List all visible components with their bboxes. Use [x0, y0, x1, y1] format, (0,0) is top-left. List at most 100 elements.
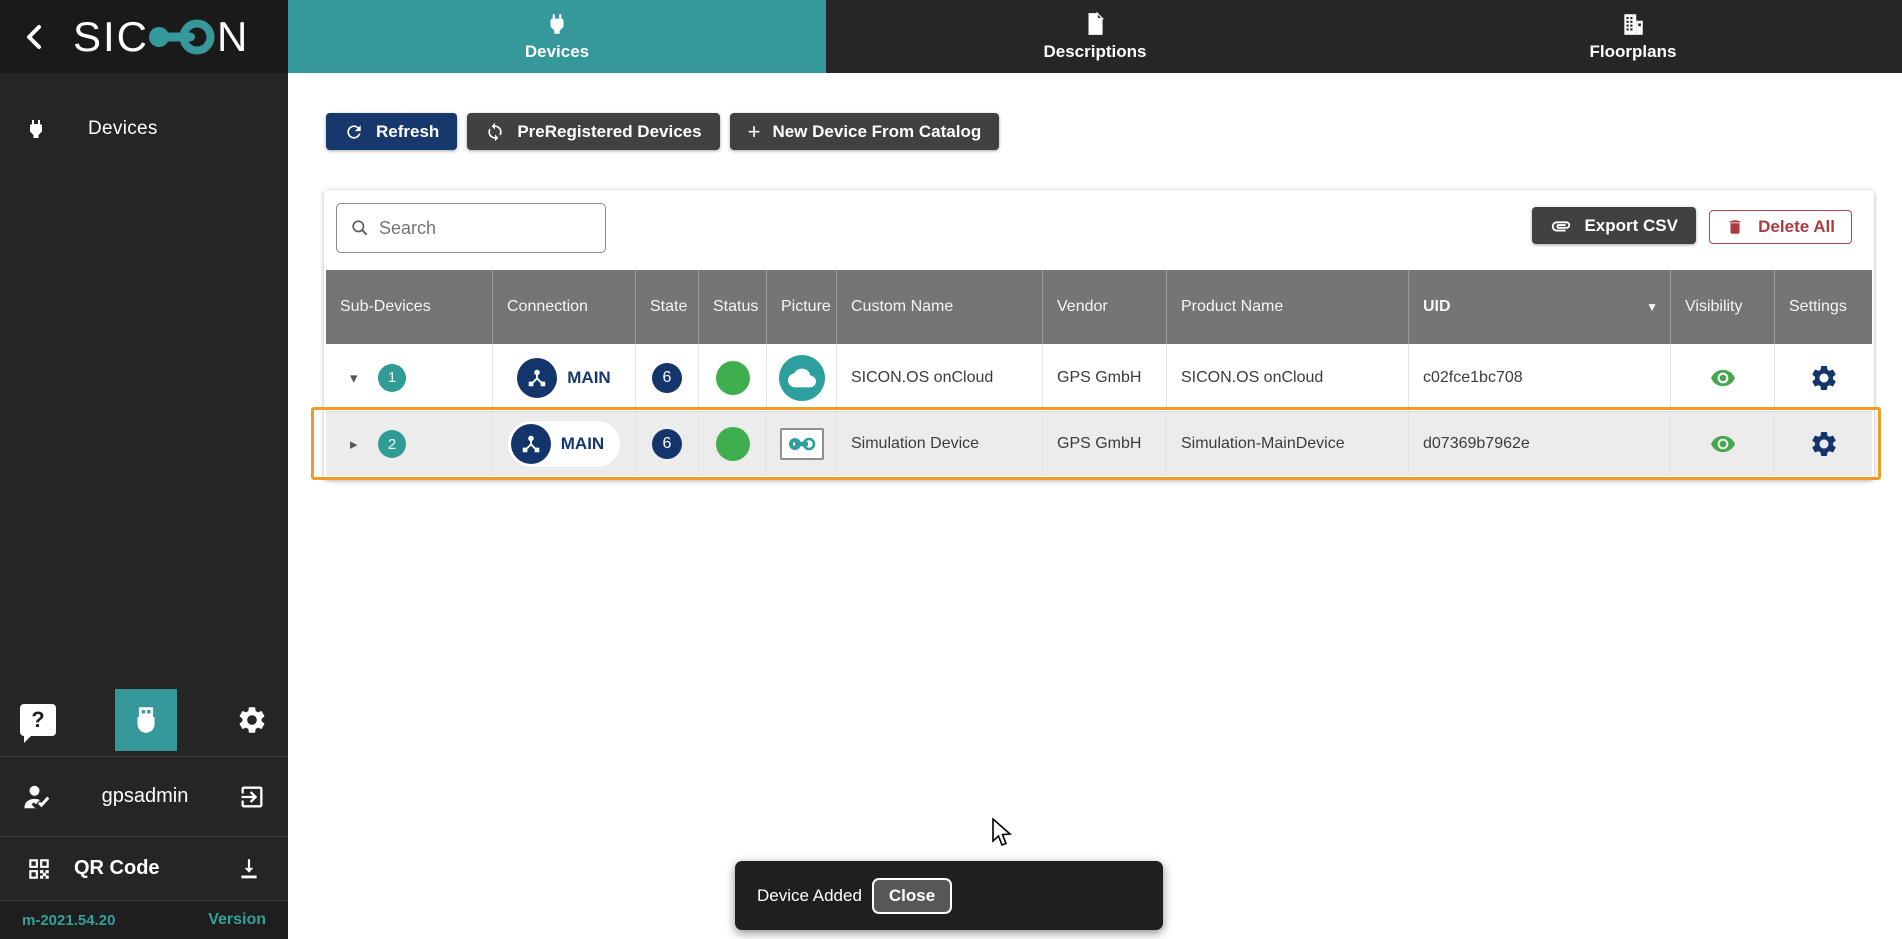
sidebar: SIC N Devices ?	[0, 0, 288, 939]
tab-label: Floorplans	[1590, 42, 1677, 62]
custom-name-cell: Simulation Device	[837, 412, 1043, 476]
tab-descriptions[interactable]: Descriptions	[826, 0, 1364, 73]
user-account-icon[interactable]	[22, 782, 52, 812]
plug-icon	[24, 117, 48, 141]
export-csv-label: Export CSV	[1584, 216, 1678, 236]
status-online-dot	[716, 427, 750, 461]
version-row: m-2021.54.20 Version	[0, 900, 288, 939]
subdevices-badge[interactable]: 1	[378, 364, 406, 392]
product-name-cell: SICON.OS onCloud	[1167, 344, 1409, 411]
refresh-button[interactable]: Refresh	[326, 113, 457, 150]
mouse-cursor	[991, 818, 1015, 853]
export-csv-button[interactable]: Export CSV	[1532, 207, 1696, 244]
sidebar-item-devices[interactable]: Devices	[0, 103, 288, 155]
toast-close-button[interactable]: Close	[872, 878, 952, 914]
download-icon[interactable]	[236, 856, 262, 882]
search-input[interactable]	[379, 218, 611, 239]
status-online-dot	[716, 361, 750, 395]
logo-text-right: N	[217, 13, 247, 60]
sidebar-quick-icons: ?	[0, 684, 288, 756]
toolbar: Refresh PreRegistered Devices + New Devi…	[326, 113, 999, 150]
sidebar-header: SIC N	[0, 0, 288, 73]
chevron-left-icon	[25, 24, 43, 50]
row-settings-gear-icon[interactable]	[1809, 429, 1839, 459]
building-icon	[1620, 11, 1646, 37]
col-settings[interactable]: Settings	[1775, 270, 1872, 344]
connection-main[interactable]: MAIN	[517, 358, 610, 398]
chevron-right-icon[interactable]: ▸	[350, 435, 364, 453]
connection-label: MAIN	[567, 368, 610, 388]
search-icon	[350, 218, 370, 238]
delete-all-button[interactable]: Delete All	[1709, 210, 1852, 244]
tab-label: Descriptions	[1044, 42, 1147, 62]
plug-icon	[544, 11, 570, 37]
col-connection[interactable]: Connection	[493, 270, 636, 344]
visibility-eye-icon[interactable]	[1710, 365, 1736, 391]
sidebar-item-label: Devices	[88, 118, 158, 140]
device-hub-icon	[511, 424, 551, 464]
refresh-label: Refresh	[376, 122, 439, 142]
col-uid-label: UID	[1423, 298, 1451, 316]
state-badge: 6	[652, 429, 682, 459]
table-header: Sub-Devices Connection State Status Pict…	[326, 270, 1872, 344]
sidebar-footer: ?	[0, 684, 288, 939]
qr-code-row[interactable]: QR Code	[0, 836, 288, 900]
preregistered-devices-button[interactable]: PreRegistered Devices	[467, 113, 719, 150]
device-hub-icon	[517, 358, 557, 398]
connection-main[interactable]: MAIN	[508, 421, 620, 467]
logout-icon[interactable]	[238, 783, 266, 811]
new-device-from-catalog-button[interactable]: + New Device From Catalog	[730, 113, 1000, 150]
custom-name-cell: SICON.OS onCloud	[837, 344, 1043, 411]
visibility-eye-icon[interactable]	[1710, 431, 1736, 457]
col-product-name[interactable]: Product Name	[1167, 270, 1409, 344]
col-vendor[interactable]: Vendor	[1043, 270, 1167, 344]
table-row[interactable]: ▾ 1 MAIN 6	[326, 344, 1872, 412]
uid-cell: d07369b7962e	[1409, 412, 1671, 476]
vendor-cell: GPS GmbH	[1043, 344, 1167, 411]
col-state[interactable]: State	[636, 270, 699, 344]
preregistered-label: PreRegistered Devices	[517, 122, 701, 142]
product-name-cell: Simulation-MainDevice	[1167, 412, 1409, 476]
trash-icon	[1726, 217, 1744, 237]
col-status[interactable]: Status	[699, 270, 767, 344]
app-root: SIC N Devices ?	[0, 0, 1902, 939]
chevron-down-icon[interactable]: ▾	[350, 369, 364, 387]
sidebar-nav: Devices	[0, 73, 288, 684]
col-visibility[interactable]: Visibility	[1671, 270, 1775, 344]
logo-text-left: SIC	[73, 13, 149, 60]
col-sub-devices[interactable]: Sub-Devices	[326, 270, 493, 344]
qr-code-icon	[26, 856, 52, 882]
version-value: m-2021.54.20	[22, 912, 115, 929]
row-settings-gear-icon[interactable]	[1809, 363, 1839, 393]
help-icon[interactable]: ?	[20, 704, 56, 736]
usb-plug-icon	[129, 703, 163, 737]
version-label: Version	[208, 911, 266, 929]
sync-icon	[485, 122, 505, 142]
toast-message: Device Added	[757, 886, 862, 906]
devices-tile-active[interactable]	[115, 689, 177, 751]
uid-cell: c02fce1bc708	[1409, 344, 1671, 411]
search-box	[336, 203, 606, 253]
col-picture[interactable]: Picture	[767, 270, 837, 344]
plus-icon: +	[748, 119, 761, 145]
tab-floorplans[interactable]: Floorplans	[1364, 0, 1902, 73]
user-row: gpsadmin	[0, 756, 288, 836]
settings-icon[interactable]	[236, 704, 268, 736]
top-tabbar: Devices Descriptions Floorplans	[288, 0, 1902, 73]
qr-code-label: QR Code	[74, 857, 236, 880]
col-uid[interactable]: UID ▼	[1409, 270, 1671, 344]
collapse-sidebar-button[interactable]	[16, 19, 52, 55]
delete-all-label: Delete All	[1758, 217, 1835, 237]
new-device-label: New Device From Catalog	[772, 122, 981, 142]
connection-label: MAIN	[561, 434, 604, 454]
vendor-cell: GPS GmbH	[1043, 412, 1167, 476]
state-badge: 6	[652, 363, 682, 393]
sort-desc-icon[interactable]: ▼	[1646, 300, 1658, 314]
username: gpsadmin	[102, 785, 189, 808]
device-picture-cloud-icon	[779, 355, 825, 401]
tab-devices[interactable]: Devices	[288, 0, 826, 73]
tab-label: Devices	[525, 42, 589, 62]
col-custom-name[interactable]: Custom Name	[837, 270, 1043, 344]
subdevices-badge[interactable]: 2	[378, 430, 406, 458]
table-row-selected[interactable]: ▸ 2 MAIN 6	[326, 412, 1872, 476]
